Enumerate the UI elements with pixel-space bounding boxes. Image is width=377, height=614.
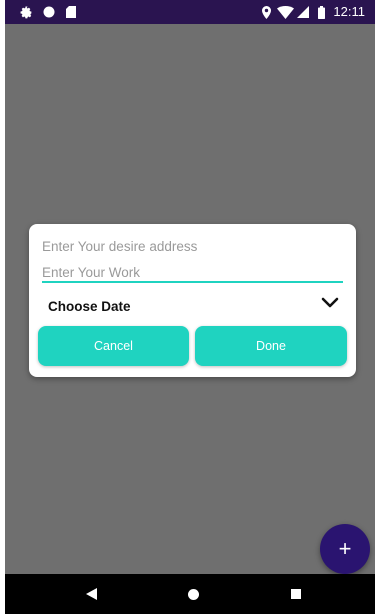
cancel-button[interactable]: Cancel <box>38 326 189 366</box>
done-button[interactable]: Done <box>195 326 347 366</box>
signal-icon <box>296 4 309 20</box>
plus-icon: + <box>338 536 352 561</box>
wifi-icon <box>276 4 294 20</box>
location-icon <box>261 4 271 20</box>
recents-icon[interactable] <box>288 586 304 602</box>
sd-card-icon <box>65 4 76 20</box>
address-input[interactable]: Enter Your desire address <box>42 239 343 257</box>
choose-date-label[interactable]: Choose Date <box>48 299 131 314</box>
home-icon[interactable] <box>185 586 201 602</box>
phone-screen: 12:11 Enter Your desire address Enter Yo… <box>5 0 375 614</box>
chevron-down-icon[interactable] <box>321 296 339 310</box>
main-content: Enter Your desire address Enter Your Wor… <box>5 24 375 574</box>
work-input-underline <box>42 281 343 283</box>
system-nav-bar <box>5 574 375 614</box>
settings-icon <box>19 4 33 20</box>
circle-icon <box>42 4 55 20</box>
battery-icon <box>317 4 325 20</box>
back-icon[interactable] <box>83 586 99 602</box>
add-fab-button[interactable]: + <box>320 524 370 574</box>
status-bar: 12:11 <box>5 0 375 24</box>
add-task-dialog: Enter Your desire address Enter Your Wor… <box>29 224 356 377</box>
status-time: 12:11 <box>333 4 365 19</box>
